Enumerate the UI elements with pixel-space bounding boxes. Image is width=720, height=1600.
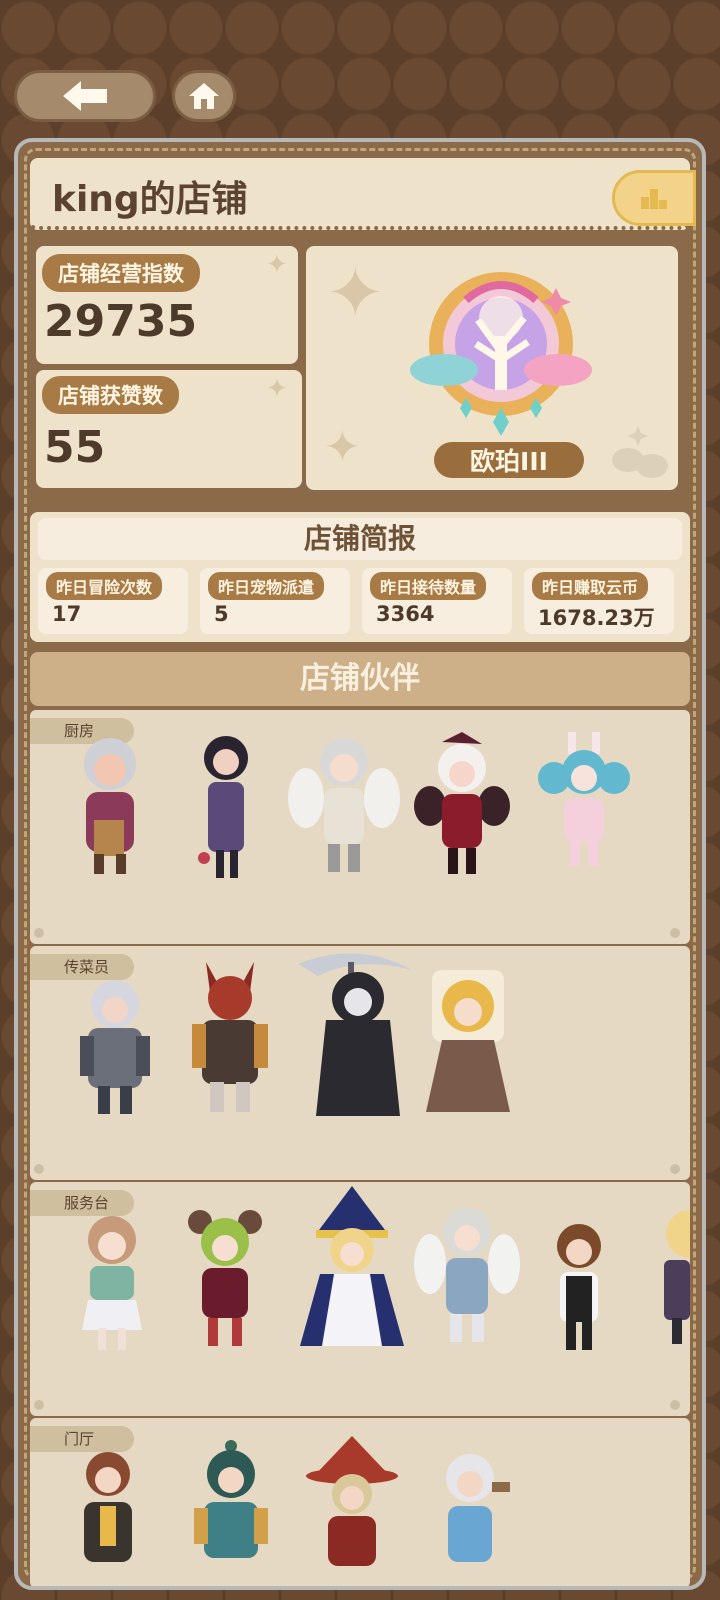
report-item-label: 昨日接待数量 (370, 572, 487, 600)
partner-character[interactable] (544, 1216, 614, 1356)
report-item-label: 昨日宠物派遣 (208, 572, 325, 600)
arrow-left-icon (63, 81, 107, 111)
ranking-icon (641, 189, 667, 209)
partner-character[interactable] (180, 1202, 270, 1352)
row-dot (670, 1400, 680, 1410)
partner-character[interactable] (658, 1202, 690, 1352)
report-item-value: 17 (52, 602, 82, 626)
partner-character[interactable] (70, 730, 150, 880)
shop-panel: king的店铺 店铺经营指数 29735 ✦ 店铺获赞数 55 ✦ ✦ ✦ 欧珀… (14, 138, 706, 1590)
partner-character[interactable] (70, 1206, 154, 1356)
operating-index-card: 店铺经营指数 29735 ✦ (36, 246, 298, 364)
partner-character[interactable] (190, 728, 262, 888)
partner-row-waiters: 传菜员 (30, 946, 690, 1180)
shop-title: king的店铺 (52, 179, 248, 220)
row-dot (670, 1164, 680, 1174)
partner-character[interactable] (286, 728, 402, 878)
report-item-pet-dispatch: 昨日宠物派遣 5 (200, 568, 350, 634)
partner-character[interactable] (70, 970, 160, 1120)
sparkle-icon: ✦ (266, 374, 288, 404)
report-item-value: 5 (214, 602, 229, 626)
report-item-reception: 昨日接待数量 3364 (362, 568, 512, 634)
partner-row-service-desk: 服务台 (30, 1182, 690, 1416)
partner-character[interactable] (428, 1446, 518, 1586)
tree-emblem-icon (410, 272, 592, 436)
operating-index-value: 29735 (44, 296, 198, 347)
shop-title-bar: king的店铺 (30, 158, 696, 230)
report-item-label: 昨日冒险次数 (46, 572, 163, 600)
report-item-label: 昨日赚取云币 (532, 572, 649, 600)
row-dot (34, 928, 44, 938)
partner-character[interactable] (288, 946, 418, 1126)
partner-character[interactable] (534, 732, 634, 872)
row-dot (34, 1164, 44, 1174)
partner-character[interactable] (184, 1438, 278, 1588)
partner-character[interactable] (180, 958, 280, 1118)
sparkle-icon: ✦ (266, 250, 288, 280)
home-icon (189, 83, 219, 109)
back-button[interactable] (14, 70, 156, 122)
shop-level-name: 欧珀III (434, 442, 584, 478)
report-item-adventures: 昨日冒险次数 17 (38, 568, 188, 634)
report-title: 店铺简报 (38, 518, 682, 560)
partner-character[interactable] (302, 1436, 402, 1586)
likes-value: 55 (44, 422, 106, 473)
partners-title: 店铺伙伴 (30, 652, 690, 706)
report-item-value: 3364 (376, 602, 435, 626)
shop-level-card: ✦ ✦ 欧珀III (306, 246, 678, 490)
report-item-cloud-coins: 昨日赚取云币 1678.23万 (524, 568, 674, 634)
likes-card: 店铺获赞数 55 ✦ (36, 370, 302, 488)
row-dot (670, 928, 680, 938)
likes-label: 店铺获赞数 (42, 376, 179, 414)
operating-index-label: 店铺经营指数 (42, 254, 200, 292)
ranking-button[interactable] (612, 170, 696, 226)
sparkle-icon: ✦ (326, 252, 385, 334)
row-dot (34, 1400, 44, 1410)
home-button[interactable] (172, 70, 236, 122)
partner-row-kitchen: 厨房 (30, 710, 690, 944)
partner-character[interactable] (418, 966, 518, 1116)
partner-character[interactable] (412, 1198, 522, 1348)
partner-character[interactable] (412, 732, 512, 880)
partner-row-lobby: 门厅 (30, 1418, 690, 1588)
shop-report-panel: 店铺简报 昨日冒险次数 17 昨日宠物派遣 5 昨日接待数量 3364 昨日赚取… (30, 512, 690, 642)
report-item-value: 1678.23万 (538, 606, 655, 630)
partner-character[interactable] (292, 1186, 412, 1352)
partner-character[interactable] (70, 1444, 146, 1588)
coffee-beans-icon (612, 426, 668, 478)
sparkle-icon: ✦ (324, 422, 361, 473)
